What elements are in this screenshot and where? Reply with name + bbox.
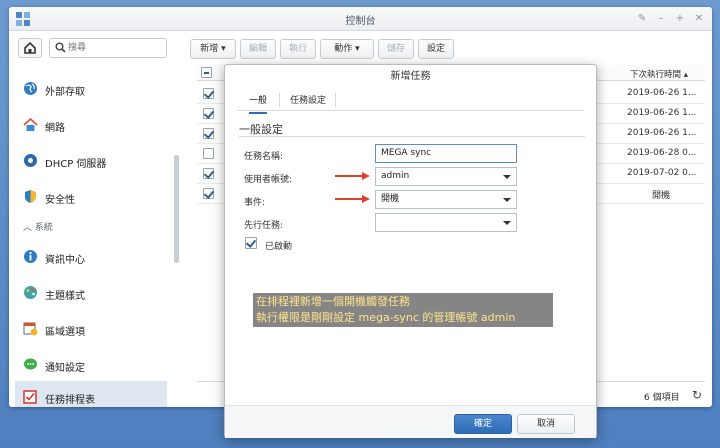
annotation-caption: 在排程裡新增一個開機觸發任務 執行權限是剛剛設定 mega-sync 的管理帳號… xyxy=(253,293,553,327)
maximize-icon[interactable]: + xyxy=(674,13,686,25)
title-bar: 控制台 ✎ – + ✕ xyxy=(9,7,712,31)
chevron-down-icon: ▾ xyxy=(221,44,226,54)
calendar-clock-icon xyxy=(23,322,38,336)
create-button[interactable]: 新增 ▾ xyxy=(190,39,236,59)
sidebar-item-notifications[interactable]: 通知設定 xyxy=(15,349,167,381)
item-count: 6 個項目 xyxy=(644,393,680,403)
sidebar-item-label: DHCP 伺服器 xyxy=(45,159,107,170)
search-input[interactable] xyxy=(68,41,163,55)
sidebar-item-dhcp[interactable]: DHCP 伺服器 xyxy=(15,145,167,177)
next-run-column-header[interactable]: 下次執行時間 ▴ xyxy=(630,68,688,80)
chat-bubble-icon xyxy=(24,358,37,370)
chevron-down-icon xyxy=(503,221,511,225)
close-icon[interactable]: ✕ xyxy=(693,13,705,25)
row-enabled-checkbox[interactable] xyxy=(203,188,214,199)
task-scheduler-icon xyxy=(23,390,37,404)
red-arrow-icon xyxy=(335,172,370,180)
home-icon xyxy=(24,41,36,54)
palette-icon xyxy=(24,286,37,299)
create-task-dialog: 新增任務 一般 任務設定 一般設定 任務名稱: MEGA sync 使用者帳號:… xyxy=(224,64,597,438)
save-button[interactable]: 儲存 xyxy=(378,39,414,59)
search-field[interactable] xyxy=(49,38,167,58)
event-label: 事件: xyxy=(244,198,266,208)
sidebar-item-label: 任務排程表 xyxy=(45,395,95,406)
user-select[interactable]: admin xyxy=(375,167,517,186)
task-name-label: 任務名稱: xyxy=(244,152,284,162)
sort-asc-icon: ▴ xyxy=(683,70,688,80)
run-button[interactable]: 執行 xyxy=(280,39,316,59)
section-divider xyxy=(239,136,585,137)
event-select[interactable]: 開機 xyxy=(375,190,517,209)
sidebar-item-label: 資訊中心 xyxy=(45,255,85,266)
pre-task-select[interactable] xyxy=(375,213,517,232)
info-icon xyxy=(24,250,37,263)
tab-task-settings[interactable]: 任務設定 xyxy=(290,93,326,112)
globe-icon xyxy=(24,82,37,95)
tab-divider xyxy=(335,93,336,107)
next-run-cell: 2019-06-26 1... xyxy=(627,128,697,138)
row-enabled-checkbox[interactable] xyxy=(203,148,214,159)
row-enabled-checkbox[interactable] xyxy=(203,108,214,119)
chevron-down-icon xyxy=(503,175,511,179)
row-enabled-checkbox[interactable] xyxy=(203,128,214,139)
sidebar-item-label: 區域選項 xyxy=(45,327,85,338)
sidebar-item-label: 外部存取 xyxy=(45,87,85,98)
pre-task-label: 先行任務: xyxy=(244,221,284,231)
row-enabled-checkbox[interactable] xyxy=(203,168,214,179)
dialog-footer: 確定 取消 xyxy=(225,405,596,438)
enabled-checkbox[interactable] xyxy=(245,237,257,249)
caption-line-2: 執行權限是剛剛設定 mega-sync 的管理帳號 admin xyxy=(256,311,516,324)
search-icon xyxy=(55,42,66,53)
sidebar-item-theme[interactable]: 主題樣式 xyxy=(15,277,167,309)
settings-button[interactable]: 設定 xyxy=(418,39,454,59)
sidebar-item-label: 網路 xyxy=(45,123,65,134)
sidebar-item-label: 主題樣式 xyxy=(45,291,85,302)
sidebar-item-info-center[interactable]: 資訊中心 xyxy=(15,241,167,273)
sidebar: 外部存取 網路 DHCP 伺服器 安全性 ︿ 系統 資訊中心 主題樣式 區域選項 xyxy=(9,31,179,407)
tab-divider xyxy=(279,93,280,107)
red-arrow-icon xyxy=(335,195,370,203)
cancel-button[interactable]: 取消 xyxy=(517,414,575,434)
user-label: 使用者帳號: xyxy=(244,175,293,185)
sidebar-item-regional-options[interactable]: 區域選項 xyxy=(15,313,167,345)
home-button[interactable] xyxy=(18,38,42,58)
next-run-cell: 2019-07-02 0... xyxy=(627,168,697,178)
pin-icon[interactable]: ✎ xyxy=(636,13,648,25)
window-title: 控制台 xyxy=(345,16,376,27)
chevron-down-icon xyxy=(503,198,511,202)
next-run-cell: 2019-06-26 1... xyxy=(627,108,697,118)
ok-button[interactable]: 確定 xyxy=(454,414,512,434)
sidebar-item-label: 通知設定 xyxy=(45,363,85,374)
task-name-input[interactable]: MEGA sync xyxy=(375,144,517,163)
sidebar-item-security[interactable]: 安全性 xyxy=(15,181,167,213)
dhcp-icon xyxy=(24,154,37,167)
chevron-up-icon: ︿ xyxy=(23,223,35,233)
enabled-label: 已啟動 xyxy=(265,242,293,252)
sidebar-item-network[interactable]: 網路 xyxy=(15,109,167,141)
shield-icon xyxy=(25,190,36,203)
action-button[interactable]: 動作 ▾ xyxy=(320,39,374,59)
edit-button[interactable]: 編輯 xyxy=(240,39,276,59)
dialog-title: 新增任務 xyxy=(390,71,431,82)
row-enabled-checkbox[interactable] xyxy=(203,88,214,99)
general-settings-title: 一般設定 xyxy=(239,123,283,136)
sidebar-item-task-scheduler[interactable]: 任務排程表 xyxy=(15,381,167,407)
next-run-cell: 2019-06-28 0... xyxy=(627,148,697,158)
minimize-icon[interactable]: – xyxy=(655,13,667,25)
next-run-cell: 2019-06-26 1... xyxy=(627,88,697,98)
sidebar-item-external-access[interactable]: 外部存取 xyxy=(15,73,167,105)
sidebar-item-label: 安全性 xyxy=(45,195,75,206)
next-run-cell: 開機 xyxy=(652,191,671,201)
caption-line-1: 在排程裡新增一個開機觸發任務 xyxy=(256,295,410,308)
house-network-icon xyxy=(23,117,38,131)
tab-general[interactable]: 一般 xyxy=(249,93,268,114)
chevron-down-icon: ▾ xyxy=(355,44,360,54)
refresh-icon[interactable]: ↻ xyxy=(692,388,702,402)
select-all-checkbox[interactable] xyxy=(201,67,212,78)
dialog-tabs: 一般 任務設定 xyxy=(237,89,584,114)
section-system-header[interactable]: ︿ 系統 xyxy=(23,220,53,233)
